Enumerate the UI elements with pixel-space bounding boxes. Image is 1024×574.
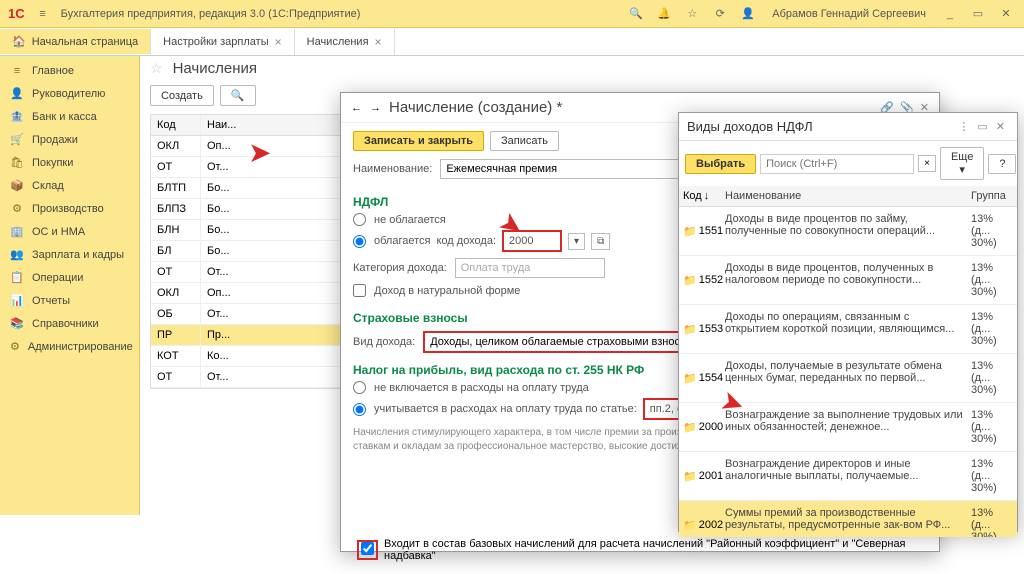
list-item[interactable]: 📁1551Доходы в виде процентов по займу, п… [679, 207, 1017, 256]
close-icon[interactable]: ✕ [996, 120, 1005, 133]
sidebar-item[interactable]: 🏢ОС и НМА [0, 220, 139, 243]
income-list[interactable]: 📁1551Доходы в виде процентов по займу, п… [679, 207, 1017, 537]
content: ☆ Начисления Создать 🔍 Код Наи... ОКЛОп.… [140, 56, 1024, 515]
ndfl-yes-radio[interactable] [353, 235, 366, 248]
topbar: 1C ≡ Бухгалтерия предприятия, редакция 3… [0, 0, 1024, 28]
select-button[interactable]: Выбрать [685, 154, 756, 174]
list-item[interactable]: 📁1553Доходы по операциям, связанным с от… [679, 305, 1017, 354]
list-item[interactable]: 📁2000Вознаграждение за выполнение трудов… [679, 403, 1017, 452]
star-icon[interactable]: ☆ [682, 4, 702, 24]
page-title: Начисления [173, 60, 257, 77]
save-close-button[interactable]: Записать и закрыть [353, 131, 484, 151]
home-icon: 🏠 [12, 35, 26, 48]
sidebar-item[interactable]: 🏦Банк и касса [0, 105, 139, 128]
name-label: Наименование: [353, 163, 432, 175]
help-button[interactable]: ? [988, 154, 1016, 174]
list-title: Виды доходов НДФЛ [687, 119, 954, 134]
menu-icon[interactable]: ⋮ [958, 120, 969, 133]
clear-icon[interactable]: × [918, 155, 936, 172]
sidebar-item[interactable]: 📊Отчеты [0, 289, 139, 312]
sidebar-item[interactable]: ⚙Администрирование [0, 335, 139, 358]
open-icon[interactable]: ⧉ [591, 233, 610, 250]
tab-close-icon[interactable]: × [375, 35, 382, 49]
tab-label: Начисления [307, 36, 369, 48]
sidebar-item[interactable]: 📋Операции [0, 266, 139, 289]
tab-accruals[interactable]: Начисления × [295, 29, 395, 55]
tab-label: Настройки зарплаты [163, 36, 268, 48]
tab-settings[interactable]: Настройки зарплаты × [151, 29, 294, 55]
close-icon[interactable]: ✕ [996, 4, 1016, 24]
menu-icon[interactable]: ≡ [33, 4, 53, 24]
bell-icon[interactable]: 🔔 [654, 4, 674, 24]
more-button[interactable]: Еще ▾ [940, 147, 984, 180]
sidebar: ≡Главное 👤Руководителю 🏦Банк и касса 🛒Пр… [0, 56, 140, 515]
user-name[interactable]: Абрамов Геннадий Сергеевич [766, 8, 932, 20]
tab-home[interactable]: 🏠 Начальная страница [0, 29, 151, 54]
cat-label: Категория дохода: [353, 262, 447, 274]
logo-1c: 1C [8, 6, 25, 21]
sidebar-item[interactable]: ≡Главное [0, 60, 139, 82]
ins-label: Вид дохода: [353, 336, 415, 348]
tax-yes-radio[interactable] [353, 403, 366, 416]
category-select[interactable]: Оплата труда [455, 258, 605, 278]
create-button[interactable]: Создать [150, 85, 214, 106]
save-button[interactable]: Записать [490, 131, 559, 151]
col-code[interactable]: Код ↓ [679, 186, 721, 206]
sidebar-item[interactable]: 🛒Продажи [0, 128, 139, 151]
user-icon: 👤 [738, 4, 758, 24]
sidebar-item[interactable]: 🛍Покупки [0, 151, 139, 174]
search-input[interactable] [760, 154, 914, 174]
fav-star-icon[interactable]: ☆ [150, 60, 163, 77]
app-title: Бухгалтерия предприятия, редакция 3.0 (1… [61, 8, 619, 20]
col-code[interactable]: Код [151, 115, 201, 135]
tabbar: 🏠 Начальная страница Настройки зарплаты … [0, 28, 1024, 56]
sidebar-item[interactable]: 👤Руководителю [0, 82, 139, 105]
income-code-input[interactable]: 2000 [502, 230, 562, 252]
dlg-back-icon[interactable]: ← [351, 102, 362, 114]
col-group[interactable]: Группа [967, 186, 1017, 206]
list-item[interactable]: 📁1552Доходы в виде процентов, полученных… [679, 256, 1017, 305]
list-item[interactable]: 📁1554Доходы, получаемые в результате обм… [679, 354, 1017, 403]
base-accrual-checkbox[interactable] [361, 542, 374, 555]
natural-checkbox[interactable] [353, 284, 366, 297]
list-item[interactable]: 📁2001Вознаграждение директоров и иные ан… [679, 452, 1017, 501]
sidebar-item[interactable]: 📚Справочники [0, 312, 139, 335]
sidebar-item[interactable]: 👥Зарплата и кадры [0, 243, 139, 266]
maximize-icon[interactable]: ▭ [977, 120, 987, 133]
minimize-icon[interactable]: _ [940, 4, 960, 24]
ndfl-no-radio[interactable] [353, 213, 366, 226]
find-button[interactable]: 🔍 [220, 85, 256, 106]
dlg-fwd-icon[interactable]: → [370, 102, 381, 114]
search-icon[interactable]: 🔍 [626, 4, 646, 24]
history-icon[interactable]: ⟳ [710, 4, 730, 24]
tab-home-label: Начальная страница [32, 36, 138, 48]
tax-no-radio[interactable] [353, 381, 366, 394]
base-accrual-label: Входит в состав базовых начислений для р… [384, 538, 923, 562]
list-item[interactable]: 📁2002Суммы премий за производственные ре… [679, 501, 1017, 537]
dialog-income-types: Виды доходов НДФЛ ⋮ ▭ ✕ Выбрать × Еще ▾ … [678, 112, 1018, 532]
name-input[interactable] [440, 159, 680, 179]
dropdown-icon[interactable]: ▾ [568, 233, 585, 250]
col-name[interactable]: Наименование [721, 186, 967, 206]
sidebar-item[interactable]: 📦Склад [0, 174, 139, 197]
tab-close-icon[interactable]: × [275, 35, 282, 49]
sidebar-item[interactable]: ⚙Производство [0, 197, 139, 220]
maximize-icon[interactable]: ▭ [968, 4, 988, 24]
